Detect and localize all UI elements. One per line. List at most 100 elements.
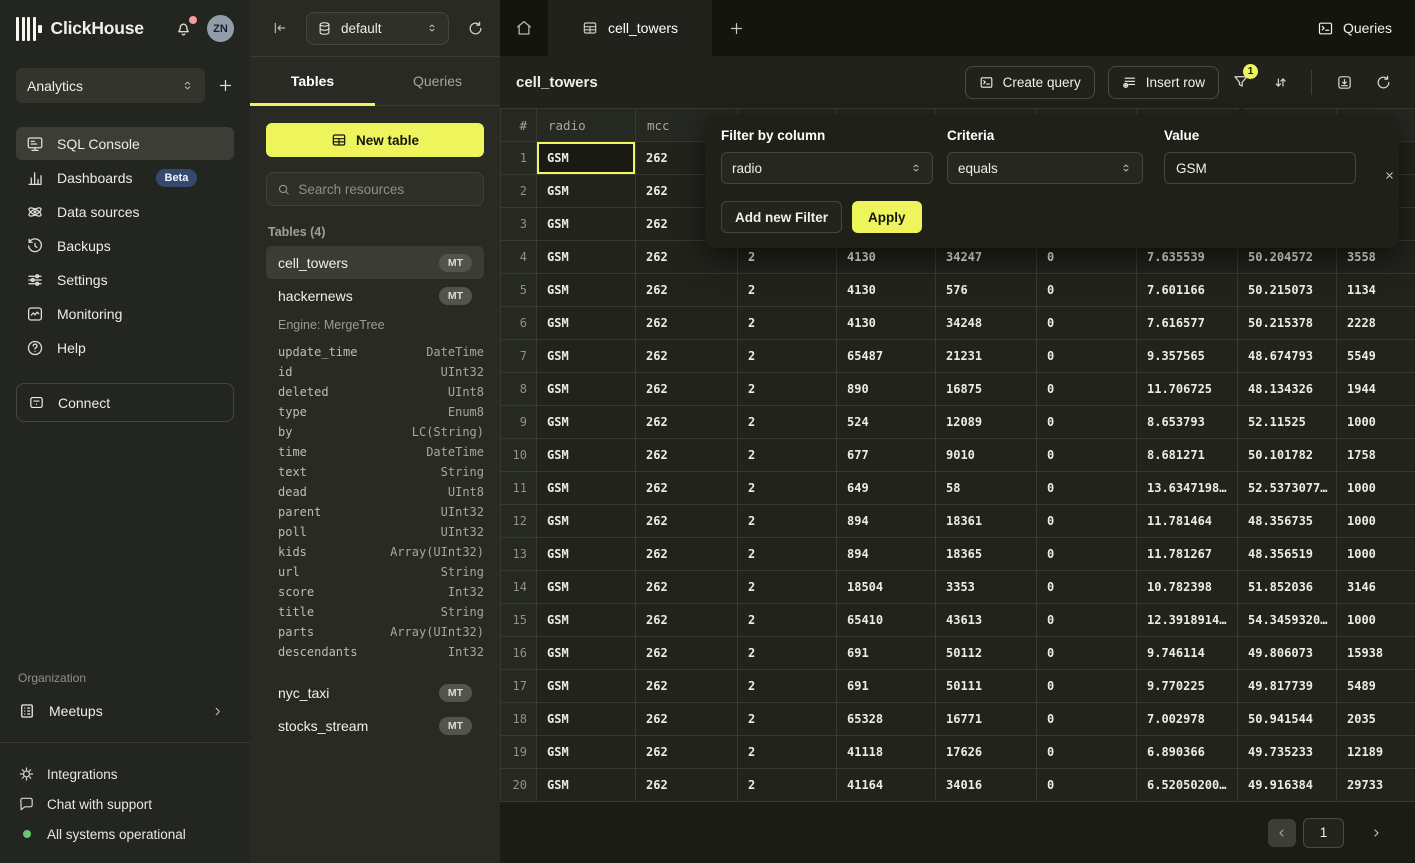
grid-cell[interactable]: 18365 bbox=[936, 538, 1037, 571]
grid-cell[interactable]: 262 bbox=[636, 538, 738, 571]
grid-cell[interactable]: 0 bbox=[1037, 439, 1137, 472]
grid-cell[interactable]: 16771 bbox=[936, 703, 1037, 736]
user-avatar[interactable]: ZN bbox=[207, 15, 234, 42]
grid-cell[interactable]: 8.653793 bbox=[1137, 406, 1238, 439]
table-item-hackernews[interactable]: hackernewsMT bbox=[266, 279, 484, 312]
grid-cell[interactable]: 262 bbox=[636, 472, 738, 505]
connect-button[interactable]: Connect bbox=[16, 383, 234, 422]
sidebar-item-integrations[interactable]: Integrations bbox=[16, 759, 234, 789]
grid-cell[interactable]: 34016 bbox=[936, 769, 1037, 802]
grid-cell[interactable]: 49.806073 bbox=[1238, 637, 1337, 670]
grid-cell[interactable]: GSM bbox=[537, 307, 636, 340]
grid-cell[interactable]: 1000 bbox=[1337, 604, 1415, 637]
grid-cell[interactable]: GSM bbox=[537, 208, 636, 241]
grid-cell[interactable]: 11.781267 bbox=[1137, 538, 1238, 571]
grid-cell[interactable]: 0 bbox=[1037, 340, 1137, 373]
grid-cell[interactable]: 2 bbox=[738, 505, 837, 538]
sidebar-item-dashboards[interactable]: DashboardsBeta bbox=[16, 161, 234, 194]
explorer-tab-tables[interactable]: Tables bbox=[250, 57, 375, 105]
grid-cell[interactable]: GSM bbox=[537, 274, 636, 307]
grid-cell[interactable]: 16875 bbox=[936, 373, 1037, 406]
grid-cell[interactable]: 0 bbox=[1037, 406, 1137, 439]
grid-cell[interactable]: 894 bbox=[837, 505, 936, 538]
sidebar-item-settings[interactable]: Settings bbox=[16, 263, 234, 296]
filter-value-input[interactable] bbox=[1164, 152, 1356, 184]
grid-cell[interactable]: 262 bbox=[636, 604, 738, 637]
grid-cell[interactable]: 34248 bbox=[936, 307, 1037, 340]
new-table-button[interactable]: New table bbox=[266, 123, 484, 157]
grid-cell[interactable]: 3146 bbox=[1337, 571, 1415, 604]
sidebar-item-all-systems-operational[interactable]: All systems operational bbox=[16, 819, 234, 849]
grid-cell[interactable]: 0 bbox=[1037, 736, 1137, 769]
home-tab[interactable] bbox=[500, 0, 548, 56]
current-page[interactable]: 1 bbox=[1303, 818, 1344, 848]
grid-cell[interactable]: 50.215073 bbox=[1238, 274, 1337, 307]
grid-cell[interactable]: 17626 bbox=[936, 736, 1037, 769]
grid-cell[interactable]: 0 bbox=[1037, 274, 1137, 307]
grid-cell[interactable]: 52.5373077… bbox=[1238, 472, 1337, 505]
grid-cell[interactable]: 262 bbox=[636, 307, 738, 340]
sidebar-item-chat-with-support[interactable]: Chat with support bbox=[16, 789, 234, 819]
grid-cell[interactable]: 48.356735 bbox=[1238, 505, 1337, 538]
grid-cell[interactable]: 262 bbox=[636, 505, 738, 538]
grid-cell[interactable]: GSM bbox=[537, 340, 636, 373]
grid-cell[interactable]: 18361 bbox=[936, 505, 1037, 538]
grid-cell[interactable]: GSM bbox=[537, 703, 636, 736]
grid-cell[interactable]: 29733 bbox=[1337, 769, 1415, 802]
grid-cell[interactable]: GSM bbox=[537, 538, 636, 571]
grid-cell[interactable]: 262 bbox=[636, 340, 738, 373]
grid-cell[interactable]: 262 bbox=[636, 637, 738, 670]
refresh-button[interactable] bbox=[1366, 65, 1400, 99]
table-item-cell-towers[interactable]: cell_towersMT bbox=[266, 246, 484, 279]
filter-column-select[interactable]: radio bbox=[721, 152, 933, 184]
grid-cell[interactable]: 15938 bbox=[1337, 637, 1415, 670]
grid-cell[interactable]: GSM bbox=[537, 241, 636, 274]
grid-cell[interactable]: 48.134326 bbox=[1238, 373, 1337, 406]
tab-cell-towers[interactable]: cell_towers bbox=[548, 0, 712, 56]
grid-cell[interactable]: GSM bbox=[537, 505, 636, 538]
grid-cell[interactable]: 262 bbox=[636, 769, 738, 802]
grid-cell[interactable]: 2035 bbox=[1337, 703, 1415, 736]
grid-cell[interactable]: 262 bbox=[636, 703, 738, 736]
grid-cell[interactable]: 262 bbox=[636, 670, 738, 703]
grid-cell[interactable]: 65487 bbox=[837, 340, 936, 373]
grid-cell[interactable]: 41164 bbox=[837, 769, 936, 802]
grid-cell[interactable]: 1000 bbox=[1337, 505, 1415, 538]
grid-cell[interactable]: GSM bbox=[537, 769, 636, 802]
sidebar-item-meetups[interactable]: Meetups bbox=[16, 694, 234, 728]
grid-cell[interactable]: 262 bbox=[636, 406, 738, 439]
grid-cell[interactable]: 9.746114 bbox=[1137, 637, 1238, 670]
grid-cell[interactable]: 2 bbox=[738, 571, 837, 604]
filter-button[interactable]: 1 bbox=[1224, 65, 1258, 99]
grid-cell[interactable]: 50112 bbox=[936, 637, 1037, 670]
grid-cell[interactable]: 7.601166 bbox=[1137, 274, 1238, 307]
grid-cell[interactable]: 1134 bbox=[1337, 274, 1415, 307]
grid-cell[interactable]: 262 bbox=[636, 373, 738, 406]
grid-cell[interactable]: 691 bbox=[837, 637, 936, 670]
grid-cell[interactable]: 2 bbox=[738, 340, 837, 373]
table-item-stocks-stream[interactable]: stocks_streamMT bbox=[266, 709, 484, 742]
grid-cell[interactable]: 2 bbox=[738, 703, 837, 736]
grid-header-radio[interactable]: radio bbox=[537, 109, 636, 142]
sidebar-item-monitoring[interactable]: Monitoring bbox=[16, 297, 234, 330]
grid-cell[interactable]: 0 bbox=[1037, 637, 1137, 670]
grid-cell[interactable]: 1000 bbox=[1337, 406, 1415, 439]
grid-cell[interactable]: 49.916384 bbox=[1238, 769, 1337, 802]
grid-cell[interactable]: 65328 bbox=[837, 703, 936, 736]
grid-cell[interactable]: GSM bbox=[537, 604, 636, 637]
grid-cell[interactable]: 2 bbox=[738, 472, 837, 505]
grid-cell[interactable]: 9.357565 bbox=[1137, 340, 1238, 373]
grid-cell[interactable]: 890 bbox=[837, 373, 936, 406]
grid-cell[interactable]: 2 bbox=[738, 769, 837, 802]
filter-criteria-select[interactable]: equals bbox=[947, 152, 1143, 184]
grid-cell[interactable]: 8.681271 bbox=[1137, 439, 1238, 472]
grid-cell[interactable]: 894 bbox=[837, 538, 936, 571]
grid-cell[interactable]: 50.101782 bbox=[1238, 439, 1337, 472]
grid-cell[interactable]: 524 bbox=[837, 406, 936, 439]
grid-cell[interactable]: 2 bbox=[738, 373, 837, 406]
grid-cell[interactable]: 11.706725 bbox=[1137, 373, 1238, 406]
selected-cell[interactable]: GSM bbox=[537, 142, 636, 175]
grid-cell[interactable]: 2 bbox=[738, 307, 837, 340]
grid-cell[interactable]: 576 bbox=[936, 274, 1037, 307]
grid-cell[interactable]: 21231 bbox=[936, 340, 1037, 373]
